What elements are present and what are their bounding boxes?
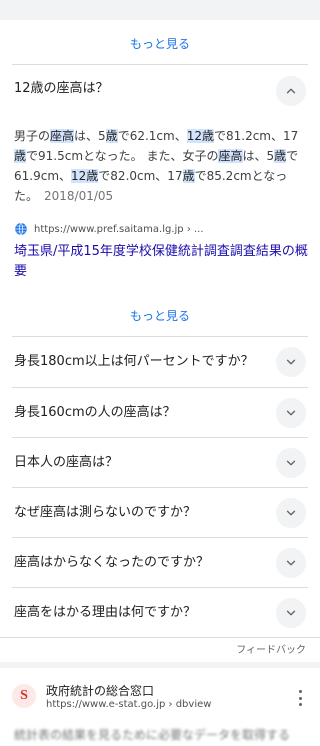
chevron-down-icon xyxy=(286,460,296,466)
source-title-link[interactable]: 埼玉県/平成15年度学校保健統計調査調査結果の概要 xyxy=(14,242,308,282)
chevron-down-icon xyxy=(286,560,296,566)
question-text: なぜ座高は測らないのですか？ xyxy=(14,505,197,520)
expand-button[interactable] xyxy=(276,347,306,377)
answer-text: で62.1cm、 xyxy=(117,129,187,143)
site-favicon: S xyxy=(12,684,36,708)
answer-date: 2018/01/05 xyxy=(44,189,114,203)
question-text: 身長160cmの人の座高は？ xyxy=(14,405,176,420)
answer-text: 男子の xyxy=(14,129,51,143)
highlighted-term: 歳 xyxy=(105,129,118,143)
answer-text: で81.2cm、17 xyxy=(213,129,299,143)
question-row[interactable]: 座高はからなくなったのですか？ xyxy=(0,538,320,588)
question-row[interactable]: 座高をはかる理由は何ですか？ xyxy=(0,588,320,638)
highlighted-term: 12歳 xyxy=(186,129,214,143)
answer-text: で82.0cm、17 xyxy=(98,169,183,183)
question-text: 日本人の座高は？ xyxy=(14,455,119,470)
highlighted-term: 座高 xyxy=(50,129,75,143)
question-row[interactable]: 身長160cmの人の座高は？ xyxy=(0,388,320,438)
question-row[interactable]: 日本人の座高は？ xyxy=(0,438,320,488)
site-url: https://www.e-stat.go.jp › dbview xyxy=(46,699,212,710)
question-row[interactable]: なぜ座高は測らないのですか？ xyxy=(0,488,320,538)
more-button-second[interactable]: もっと見る xyxy=(0,308,320,324)
top-band xyxy=(0,0,320,20)
divider xyxy=(0,637,320,638)
expand-button[interactable] xyxy=(276,398,306,428)
favicon-letter: S xyxy=(20,688,28,703)
expand-button[interactable] xyxy=(276,498,306,528)
question-text: 座高はからなくなったのですか？ xyxy=(14,555,210,570)
more-button-top[interactable]: もっと見る xyxy=(0,36,320,52)
chevron-down-icon xyxy=(286,510,296,516)
collapse-button[interactable] xyxy=(276,76,306,106)
chevron-down-icon xyxy=(286,410,296,416)
source-url: https://www.pref.saitama.lg.jp › ... xyxy=(34,223,204,235)
chevron-up-icon xyxy=(286,88,296,94)
highlighted-term: 歳 xyxy=(14,149,27,163)
search-result[interactable]: S 政府統計の総合窓口 https://www.e-stat.go.jp › d… xyxy=(0,668,320,746)
divider xyxy=(12,64,308,65)
answer-text: は、5 xyxy=(242,149,275,163)
answer-text: は、5 xyxy=(74,129,106,143)
expand-button[interactable] xyxy=(276,548,306,578)
source-row[interactable]: https://www.pref.saitama.lg.jp › ... xyxy=(14,222,204,236)
expand-button[interactable] xyxy=(276,448,306,478)
answer-text: で91.5cmとなった。 また、女子の xyxy=(26,149,219,163)
chevron-down-icon xyxy=(286,359,296,365)
highlighted-term: 歳 xyxy=(182,169,195,183)
question-text: 身長180cm以上は何パーセントですか？ xyxy=(14,354,254,369)
highlighted-term: 歳 xyxy=(274,149,287,163)
question-row[interactable]: 身長180cm以上は何パーセントですか？ xyxy=(0,337,320,387)
question-text: 座高をはかる理由は何ですか？ xyxy=(14,605,197,620)
more-options-icon[interactable] xyxy=(294,690,306,706)
chevron-down-icon xyxy=(286,610,296,616)
site-name[interactable]: 政府統計の総合窓口 xyxy=(46,682,154,699)
answer-snippet: 男子の座高は、5歳で62.1cm、12歳で81.2cm、17歳で91.5cmとな… xyxy=(14,126,308,206)
result-title-partial: 統計表の結果を見るために必要なデータを取得する xyxy=(14,728,291,742)
highlighted-term: 座高 xyxy=(218,149,243,163)
question-title[interactable]: 12歳の座高は？ xyxy=(14,80,109,98)
expand-button[interactable] xyxy=(276,598,306,628)
feedback-link[interactable]: フィードバック xyxy=(236,641,306,656)
globe-icon xyxy=(15,222,27,236)
highlighted-term: 12歳 xyxy=(71,169,99,183)
